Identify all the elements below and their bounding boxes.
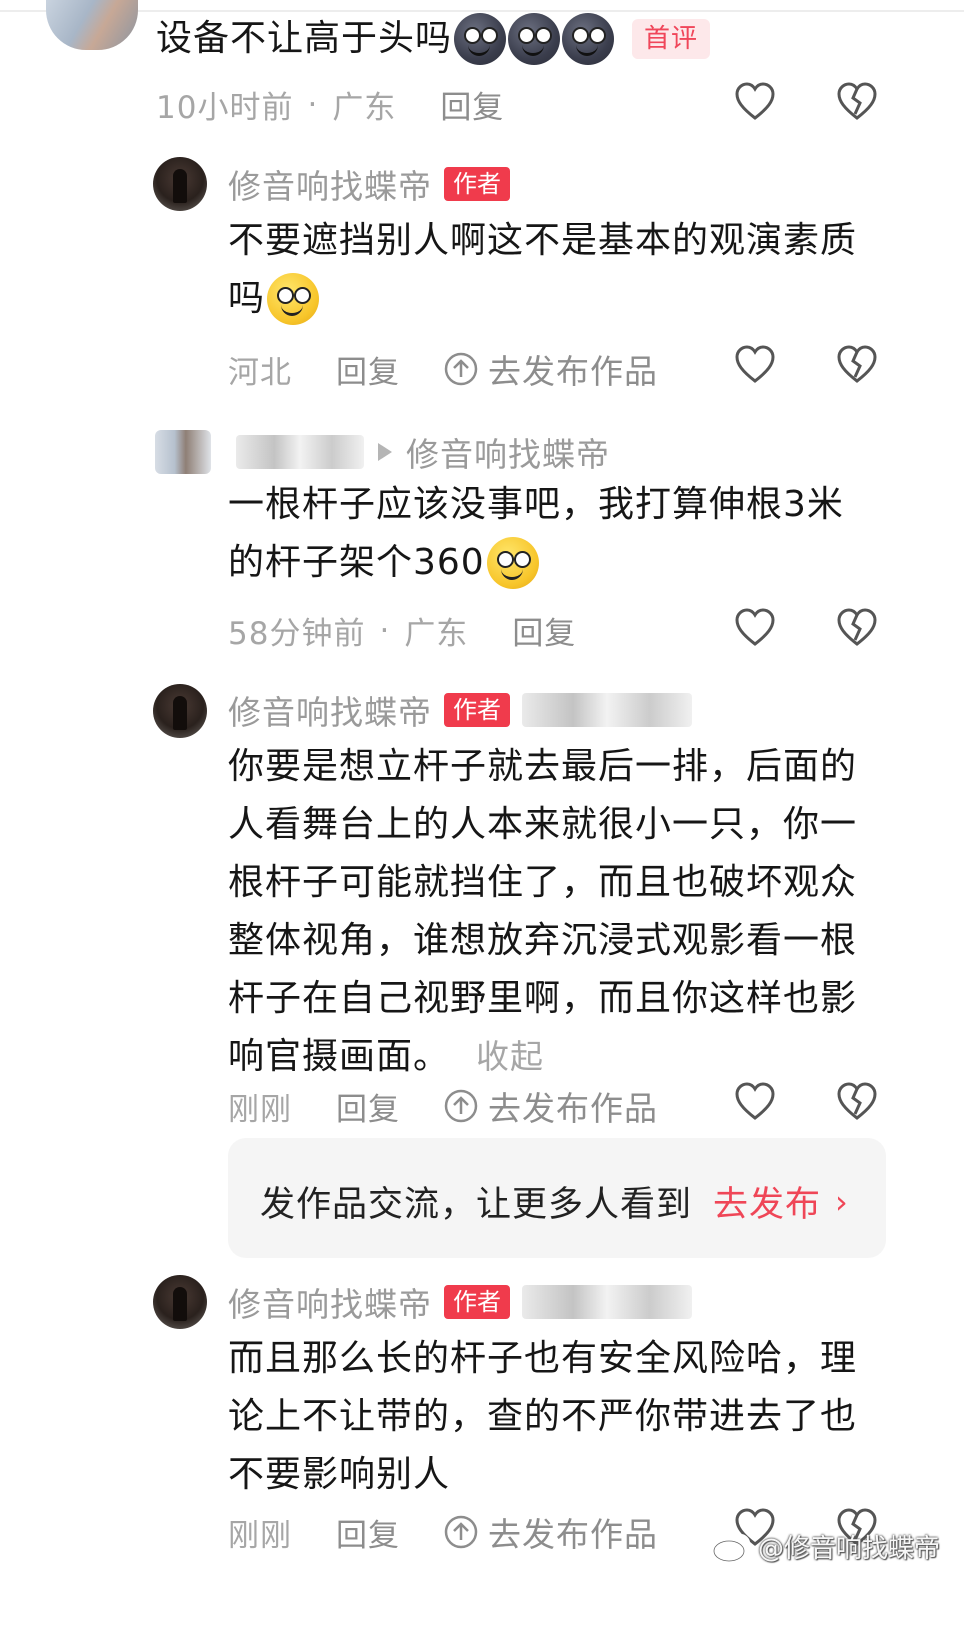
comment-text-line: 不要遮挡别人啊这不是基本的观演素质 [228,220,858,261]
meta-separator: · [379,612,391,649]
reply-arrow-icon [378,443,392,461]
grin-face-emoji [486,537,539,589]
author-avatar[interactable] [153,157,207,211]
author-badge: 作者 [444,693,510,727]
blurred-username[interactable] [236,435,364,469]
author-avatar[interactable] [153,684,207,738]
comment-2-header: 修音响找蝶帝 作者 [228,160,510,208]
upload-arrow-icon [444,352,478,386]
comment-time: 58分钟前 [228,616,366,652]
comment-text-line: 整体视角，谁想放弃沉浸式观影看一根 [228,920,858,961]
moon-face-emoji [562,13,615,65]
comment-time: 刚刚 [228,1091,292,1128]
moon-face-emoji [508,13,561,65]
comment-2-text: 不要遮挡别人啊这不是基本的观演素质 吗 [228,212,857,328]
weibo-icon [712,1533,751,1562]
moon-face-emoji [454,13,507,65]
reply-button[interactable]: 回复 [336,1084,400,1129]
comment-location: 广东 [404,616,469,652]
comment-1-body: 设备不让高于头吗 首评 [156,10,711,68]
comment-last-line: 响官摄画面。 收起 [228,1028,888,1086]
comment-2-meta: 河北 回复 去发布作品 [228,345,658,393]
comment-text-line-with-emoji: 的杆子架个360 [228,534,844,592]
comment-text-line: 你要是想立杆子就去最后一排，后面的 [228,746,858,787]
comment-text-line: 不要影响别人 [228,1454,451,1495]
dislike-broken-heart-icon[interactable] [836,608,878,648]
comment-text-line: 的杆子架个360 [228,542,485,583]
dislike-broken-heart-icon[interactable] [836,345,878,385]
username[interactable]: 修音响找蝶帝 [228,686,432,734]
publish-work-link[interactable]: 去发布作品 [444,1508,658,1556]
comment-5-text: 而且那么长的杆子也有安全风险哈，理 论上不让带的，查的不严你带进去了也 不要影响… [228,1330,888,1504]
comment-5-meta: 刚刚 回复 去发布作品 [228,1508,658,1556]
collapse-button[interactable]: 收起 [476,1028,544,1086]
comment-3-meta: 58分钟前 · 广东 回复 [228,608,576,653]
comment-4-meta: 刚刚 回复 去发布作品 [228,1082,658,1130]
promo-publish-label: 去发布 [713,1185,822,1225]
blurred-reply-target[interactable] [522,1285,692,1319]
publish-work-link[interactable]: 去发布作品 [444,1082,658,1130]
reply-button[interactable]: 回复 [512,608,576,653]
author-badge: 作者 [444,167,510,201]
comment-5-header: 修音响找蝶帝 作者 [228,1278,692,1326]
comment-text: 设备不让高于头吗 [156,18,453,59]
comment-text-line: 而且那么长的杆子也有安全风险哈，理 [228,1338,858,1379]
username[interactable]: 修音响找蝶帝 [228,1278,432,1326]
comment-text-line: 一根杆子应该没事吧，我打算伸根3米 [228,484,844,525]
comment-3-header: 修音响找蝶帝 [236,428,610,476]
comment-text-line: 人看舞台上的人本来就很小一只，你一 [228,804,858,845]
promo-publish-link[interactable]: 去发布 › [713,1176,849,1227]
watermark-text: @修音响找蝶帝 [758,1534,941,1564]
like-heart-icon[interactable] [734,345,776,385]
commenter-avatar[interactable] [46,0,138,50]
like-heart-icon[interactable] [734,82,776,122]
dislike-broken-heart-icon[interactable] [836,82,878,122]
comment-3-text: 一根杆子应该没事吧，我打算伸根3米 的杆子架个360 [228,476,844,592]
promo-text: 发作品交流，让更多人看到 [260,1185,693,1225]
blurred-reply-target[interactable] [522,693,692,727]
comment-text-line: 响官摄画面。 [228,1036,451,1077]
reply-target-username[interactable]: 修音响找蝶帝 [406,428,610,476]
dislike-broken-heart-icon[interactable] [836,1082,878,1122]
commenter-avatar[interactable] [155,430,211,474]
like-heart-icon[interactable] [734,1082,776,1122]
grin-face-emoji [267,273,320,325]
comment-text-line: 论上不让带的，查的不严你带进去了也 [228,1396,858,1437]
reply-button[interactable]: 回复 [440,82,504,127]
upload-arrow-icon [444,1515,478,1549]
author-badge: 作者 [444,1285,510,1319]
publish-work-label: 去发布作品 [488,1515,658,1554]
like-heart-icon[interactable] [734,608,776,648]
chevron-right-icon: › [835,1182,849,1221]
author-avatar[interactable] [153,1275,207,1329]
publish-work-label: 去发布作品 [488,1089,658,1128]
comment-text-line: 杆子在自己视野里啊，而且你这样也影 [228,978,858,1019]
weibo-watermark: @修音响找蝶帝 [712,1528,940,1565]
comment-text-line: 根杆子可能就挡住了，而且也破坏观众 [228,862,858,903]
comment-text-line-with-emoji: 吗 [228,270,857,328]
publish-promo-banner[interactable]: 发作品交流，让更多人看到 去发布 › [228,1138,886,1258]
comment-1-meta: 10小时前 · 广东 回复 [156,82,504,127]
username[interactable]: 修音响找蝶帝 [228,160,432,208]
comment-location: 河北 [228,354,292,391]
comment-time: 10小时前 [156,90,294,126]
publish-work-link[interactable]: 去发布作品 [444,345,658,393]
publish-work-label: 去发布作品 [488,352,658,391]
meta-separator: · [307,86,319,123]
upload-arrow-icon [444,1089,478,1123]
comment-4-text: 你要是想立杆子就去最后一排，后面的 人看舞台上的人本来就很小一只，你一 根杆子可… [228,738,888,1086]
comment-text-line: 吗 [228,278,266,319]
reply-button[interactable]: 回复 [336,1510,400,1555]
first-comment-badge: 首评 [632,19,711,59]
comment-location: 广东 [332,90,397,126]
comment-time: 刚刚 [228,1517,292,1554]
comment-4-header: 修音响找蝶帝 作者 [228,686,692,734]
reply-button[interactable]: 回复 [336,347,400,392]
